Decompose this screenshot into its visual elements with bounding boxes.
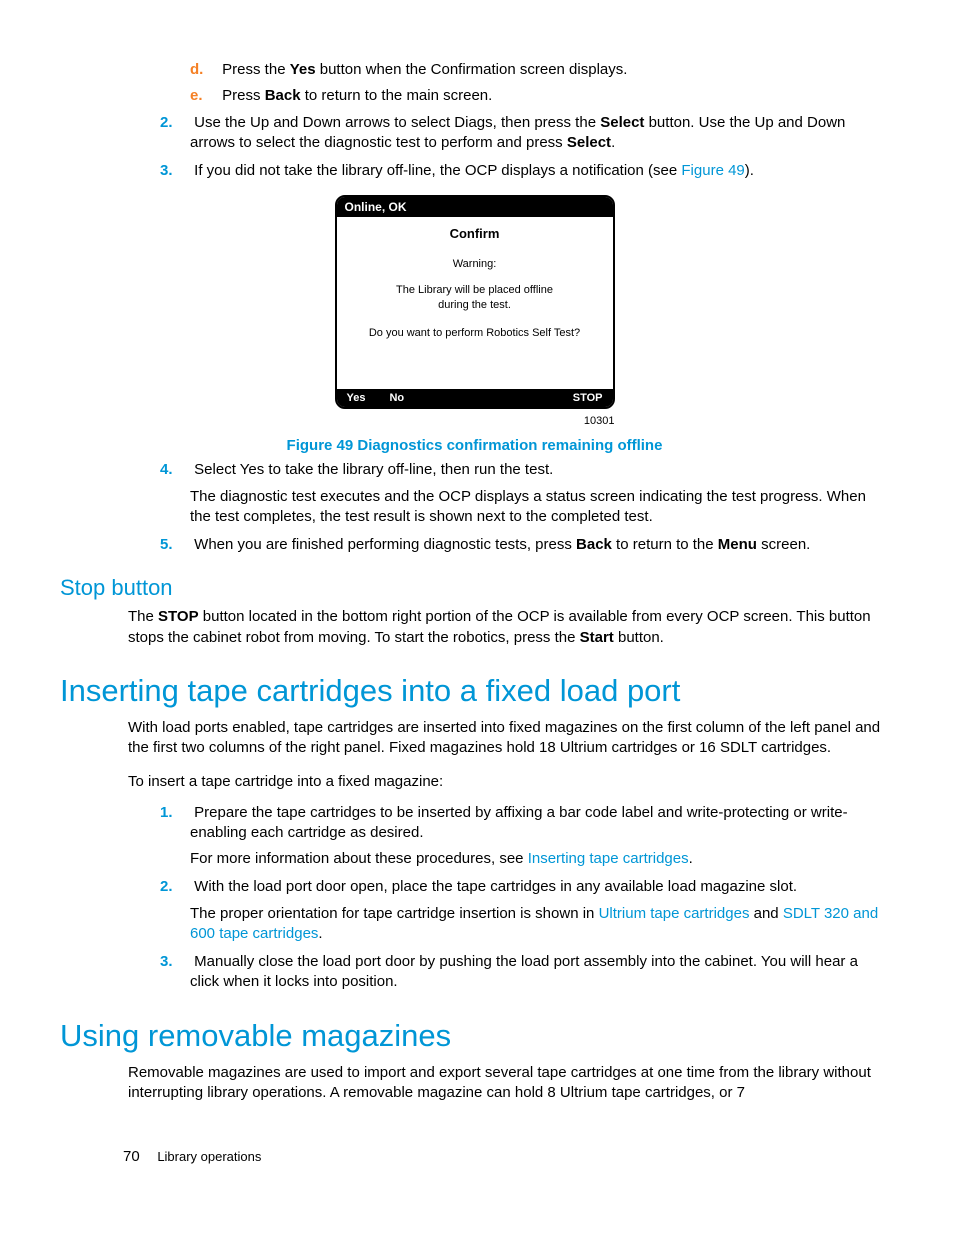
ocp-stop-button[interactable]: STOP — [563, 392, 613, 404]
step-5-pre: When you are finished performing diagnos… — [194, 536, 576, 553]
insert-step-2-marker: 2. — [160, 877, 190, 897]
ocp-footer: Yes No STOP — [337, 389, 613, 407]
substep-d: d. Press the Yes button when the Confirm… — [218, 60, 889, 80]
insert-step-1-pre: For more information about these procedu… — [190, 850, 528, 867]
inserting-lead: To insert a tape cartridge into a fixed … — [128, 772, 889, 792]
ocp-warning-label: Warning: — [345, 257, 605, 272]
substep-e-post: to return to the main screen. — [301, 87, 493, 104]
ultrium-link[interactable]: Ultrium tape cartridges — [599, 905, 750, 922]
insert-step-2-text: With the load port door open, place the … — [194, 878, 797, 895]
steps-after-figure: 4. Select Yes to take the library off-li… — [122, 460, 889, 555]
insert-step-3: 3. Manually close the load port door by … — [190, 952, 889, 993]
ocp-figure-id: 10301 — [335, 415, 615, 427]
inserting-steps: 1. Prepare the tape cartridges to be ins… — [122, 803, 889, 993]
step-2-pre: Use the Up and Down arrows to select Dia… — [194, 114, 600, 131]
step-5-post: screen. — [757, 536, 810, 553]
step-2-bold2: Select — [567, 134, 611, 151]
step-2-post: . — [611, 134, 615, 151]
step-5: 5. When you are finished performing diag… — [190, 535, 889, 555]
ocp-question: Do you want to perform Robotics Self Tes… — [345, 326, 605, 341]
step-2-bold1: Select — [600, 114, 644, 131]
step-3-pre: If you did not take the library off-line… — [194, 162, 681, 179]
top-steps: 2. Use the Up and Down arrows to select … — [122, 113, 889, 182]
removable-heading: Using removable magazines — [60, 1019, 889, 1053]
inserting-tape-cartridges-link[interactable]: Inserting tape cartridges — [528, 850, 689, 867]
ocp-msg-line1: The Library will be placed offline — [396, 284, 553, 296]
step-4-marker: 4. — [160, 460, 190, 480]
figure-49-link[interactable]: Figure 49 — [681, 162, 744, 179]
step-3: 3. If you did not take the library off-l… — [190, 161, 889, 181]
figure-49-caption: Figure 49 Diagnostics confirmation remai… — [60, 437, 889, 454]
substep-d-bold: Yes — [290, 61, 316, 78]
step-5-bold2: Menu — [718, 536, 757, 553]
stop-para-b1: STOP — [158, 608, 199, 625]
page-footer: 70 Library operations — [123, 1148, 261, 1165]
inserting-intro: With load ports enabled, tape cartridges… — [128, 718, 889, 759]
step-3-post: ). — [745, 162, 754, 179]
ocp-no-button[interactable]: No — [379, 392, 414, 404]
stop-button-para: The STOP button located in the bottom ri… — [128, 607, 889, 648]
ocp-screen: Online, OK Confirm Warning: The Library … — [335, 195, 615, 409]
substep-e-marker: e. — [190, 86, 218, 106]
substep-d-post: button when the Confirmation screen disp… — [316, 61, 628, 78]
insert-step-1-marker: 1. — [160, 803, 190, 823]
stop-button-heading: Stop button — [60, 575, 889, 601]
insert-step-1-para: For more information about these procedu… — [190, 849, 889, 869]
page: d. Press the Yes button when the Confirm… — [0, 0, 954, 1235]
step-2-marker: 2. — [160, 113, 190, 133]
insert-step-3-marker: 3. — [160, 952, 190, 972]
ocp-message: The Library will be placed offline durin… — [345, 283, 605, 314]
substep-e-bold: Back — [265, 87, 301, 104]
step-5-bold1: Back — [576, 536, 612, 553]
inserting-heading: Inserting tape cartridges into a fixed l… — [60, 674, 889, 708]
insert-step-3-text: Manually close the load port door by pus… — [190, 953, 858, 990]
figure-49: Online, OK Confirm Warning: The Library … — [335, 195, 615, 427]
step-3-marker: 3. — [160, 161, 190, 181]
step-5-mid: to return to the — [612, 536, 718, 553]
step-2: 2. Use the Up and Down arrows to select … — [190, 113, 889, 154]
removable-intro: Removable magazines are used to import a… — [128, 1063, 889, 1104]
ocp-yes-button[interactable]: Yes — [337, 392, 376, 404]
substep-e: e. Press Back to return to the main scre… — [218, 86, 889, 106]
insert-step-2-mid: and — [749, 905, 782, 922]
insert-step-1: 1. Prepare the tape cartridges to be ins… — [190, 803, 889, 870]
stop-para-mid: button located in the bottom right porti… — [128, 608, 871, 645]
insert-step-2-para: The proper orientation for tape cartridg… — [190, 904, 889, 945]
step-4: 4. Select Yes to take the library off-li… — [190, 460, 889, 527]
stop-para-b2: Start — [580, 629, 614, 646]
step-5-marker: 5. — [160, 535, 190, 555]
insert-step-2-pre: The proper orientation for tape cartridg… — [190, 905, 599, 922]
ocp-status-bar: Online, OK — [337, 197, 613, 217]
substep-d-marker: d. — [190, 60, 218, 80]
ocp-msg-line2: during the test. — [438, 299, 511, 311]
substep-e-pre: Press — [222, 87, 265, 104]
substeps-de: d. Press the Yes button when the Confirm… — [218, 60, 889, 107]
step-4-text: Select Yes to take the library off-line,… — [194, 461, 553, 478]
stop-para-post: button. — [614, 629, 664, 646]
insert-step-1-text: Prepare the tape cartridges to be insert… — [190, 804, 848, 841]
ocp-title: Confirm — [345, 225, 605, 243]
figure-49-wrap: Online, OK Confirm Warning: The Library … — [60, 195, 889, 454]
insert-step-2: 2. With the load port door open, place t… — [190, 877, 889, 944]
section-title: Library operations — [157, 1149, 261, 1164]
stop-para-pre: The — [128, 608, 158, 625]
step-4-para: The diagnostic test executes and the OCP… — [190, 487, 889, 528]
insert-step-2-post: . — [318, 925, 322, 942]
substep-d-pre: Press the — [222, 61, 290, 78]
insert-step-1-post: . — [689, 850, 693, 867]
ocp-body: Confirm Warning: The Library will be pla… — [337, 217, 613, 389]
page-number: 70 — [123, 1148, 140, 1165]
